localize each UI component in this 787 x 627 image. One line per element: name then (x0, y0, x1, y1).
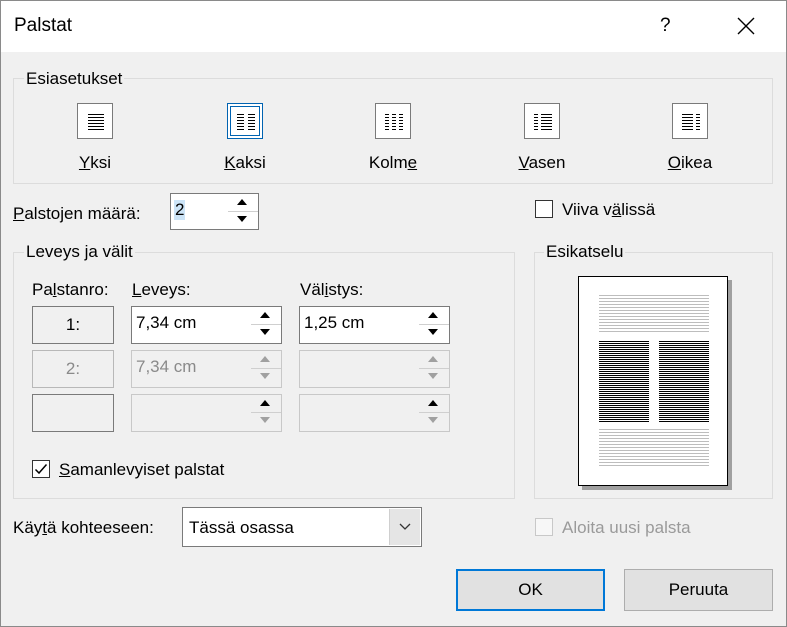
apply-to-value: Tässä osassa (189, 518, 294, 537)
column-number-2: 2: (32, 350, 114, 388)
chevron-down-icon (399, 523, 411, 530)
arrow-up-icon (260, 356, 270, 362)
width-value-2: 7,34 cm (136, 357, 197, 376)
start-new-column-checkbox (535, 518, 553, 536)
spin-up-button[interactable] (228, 194, 258, 212)
help-button[interactable]: ? (660, 15, 671, 37)
apply-to-dropdown-button[interactable] (389, 509, 420, 545)
width-header: Leveys: (132, 280, 191, 299)
spin-down-button (419, 369, 449, 387)
spin-down-button[interactable] (228, 212, 258, 230)
arrow-up-icon (260, 400, 270, 406)
arrow-up-icon (428, 400, 438, 406)
preset-one-button[interactable] (77, 103, 113, 139)
line-between-checkbox[interactable] (535, 200, 553, 218)
spacing-value-1: 1,25 cm (304, 313, 365, 332)
spin-down-button (251, 369, 281, 387)
number-of-columns-value: 2 (174, 200, 186, 220)
dialog-title: Palstat (14, 15, 73, 36)
width-spacing-label: Leveys ja välit (24, 242, 135, 262)
preset-right-button[interactable] (672, 103, 708, 139)
width-input-2: 7,34 cm (131, 350, 282, 388)
arrow-down-icon (260, 373, 270, 379)
one-column-icon (88, 114, 104, 130)
preview-page-lines (599, 295, 709, 466)
apply-to-select[interactable]: Tässä osassa (182, 507, 422, 547)
arrow-up-icon (237, 199, 247, 205)
presets-label: Esiasetukset (24, 69, 125, 89)
preset-one-label[interactable]: Yksi (45, 153, 145, 173)
equal-width-checkbox[interactable] (32, 460, 50, 478)
spin-down-button[interactable] (419, 325, 449, 343)
column-number-header: Palstanro: (32, 280, 109, 299)
spacing-spinner-2 (419, 351, 449, 387)
spacing-header: Välistys: (300, 280, 364, 299)
spin-up-button[interactable] (251, 395, 281, 413)
close-icon[interactable] (734, 14, 758, 38)
spin-down-button[interactable] (251, 413, 281, 431)
preview-label: Esikatselu (544, 242, 626, 262)
number-of-columns-input[interactable]: 2 (170, 193, 259, 230)
equal-width-label[interactable]: Samanlevyiset palstat (59, 460, 224, 480)
preset-left-label[interactable]: Vasen (492, 153, 592, 173)
number-of-columns-spinner[interactable] (228, 194, 258, 229)
left-column-icon (534, 114, 552, 130)
number-of-columns-label: Palstojen määrä: (13, 204, 141, 223)
preset-two-button[interactable] (227, 103, 263, 139)
spin-down-button[interactable] (251, 325, 281, 343)
arrow-up-icon (260, 312, 270, 318)
ok-button[interactable]: OK (456, 569, 605, 611)
arrow-down-icon (260, 417, 270, 423)
width-spinner-3[interactable] (251, 395, 281, 431)
preset-three-button[interactable] (375, 103, 411, 139)
column-number-3 (32, 394, 114, 432)
spin-up-button (419, 351, 449, 369)
spacing-input-3 (299, 394, 450, 432)
arrow-down-icon (428, 417, 438, 423)
two-columns-icon (237, 114, 255, 130)
spin-up-button[interactable] (419, 395, 449, 413)
spin-up-button[interactable] (251, 307, 281, 325)
start-new-column-label: Aloita uusi palsta (562, 518, 691, 537)
right-column-icon (682, 114, 700, 130)
preview-page (578, 276, 728, 486)
preset-right-label[interactable]: Oikea (640, 153, 740, 173)
spacing-input-2 (299, 350, 450, 388)
column-number-1: 1: (32, 306, 114, 344)
spin-up-button[interactable] (419, 307, 449, 325)
line-between-label[interactable]: Viiva välissä (562, 200, 655, 220)
arrow-down-icon (260, 329, 270, 335)
width-spinner-2 (251, 351, 281, 387)
arrow-up-icon (428, 356, 438, 362)
arrow-down-icon (237, 215, 247, 222)
width-input-1[interactable]: 7,34 cm (131, 306, 282, 344)
arrow-up-icon (428, 312, 438, 318)
checkmark-icon (34, 464, 48, 475)
width-value-1: 7,34 cm (136, 313, 197, 332)
three-columns-icon (385, 114, 403, 130)
apply-to-label: Käytä kohteeseen: (13, 518, 154, 537)
preset-two-label[interactable]: Kaksi (195, 153, 295, 173)
spacing-spinner-3[interactable] (419, 395, 449, 431)
width-input-3 (131, 394, 282, 432)
spacing-input-1[interactable]: 1,25 cm (299, 306, 450, 344)
arrow-down-icon (428, 373, 438, 379)
cancel-button[interactable]: Peruuta (624, 569, 773, 611)
spacing-spinner-1[interactable] (419, 307, 449, 343)
preset-three-label[interactable]: Kolme (343, 153, 443, 173)
arrow-down-icon (428, 329, 438, 335)
spin-up-button (251, 351, 281, 369)
width-spinner-1[interactable] (251, 307, 281, 343)
spin-down-button[interactable] (419, 413, 449, 431)
preset-left-button[interactable] (524, 103, 560, 139)
